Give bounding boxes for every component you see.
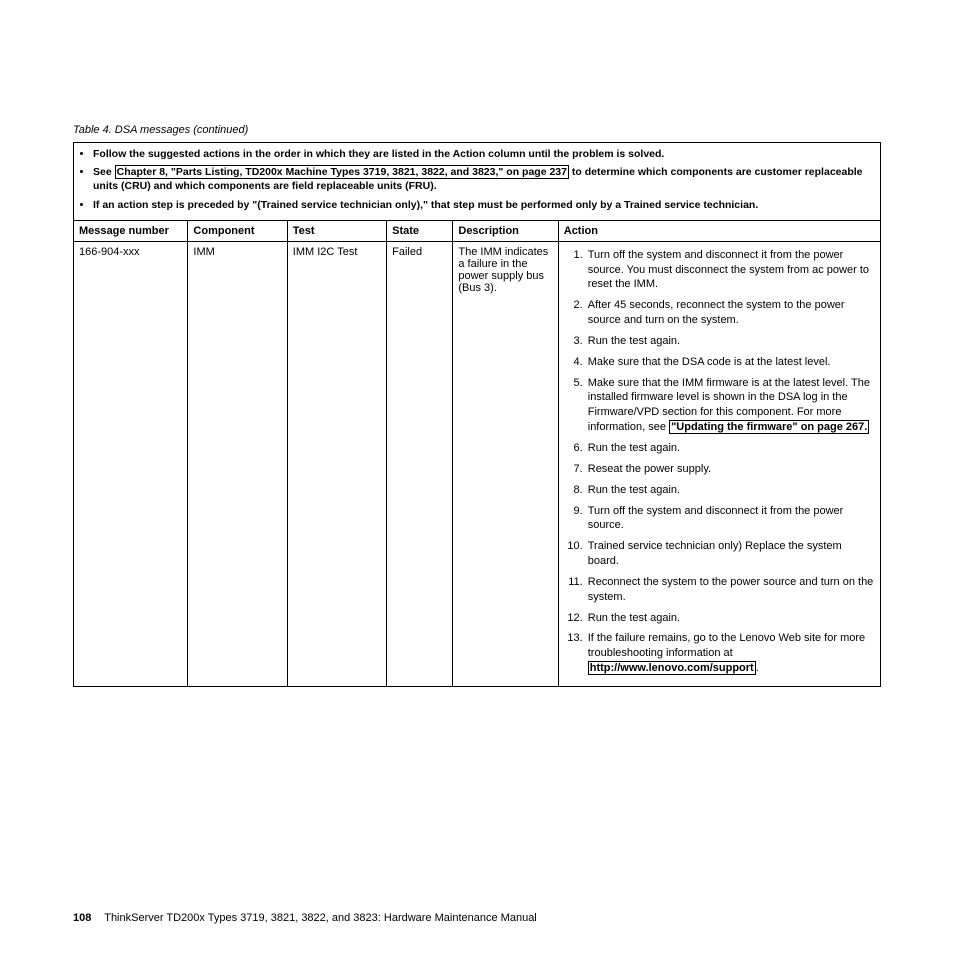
firmware-link[interactable]: "Updating the firmware" on page 267. <box>669 420 869 434</box>
cell-state: Failed <box>387 241 453 686</box>
footer-title: ThinkServer TD200x Types 3719, 3821, 382… <box>104 912 537 924</box>
table-caption: Table 4. DSA messages (continued) <box>73 124 881 136</box>
dsa-table: Follow the suggested actions in the orde… <box>73 142 881 687</box>
instruction-3: If an action step is preceded by "(Train… <box>93 198 875 212</box>
action-step: Reseat the power supply. <box>586 462 875 477</box>
page-footer: 108 ThinkServer TD200x Types 3719, 3821,… <box>73 912 537 924</box>
cell-test: IMM I2C Test <box>287 241 386 686</box>
instruction-row: Follow the suggested actions in the orde… <box>74 143 881 221</box>
col-component: Component <box>188 220 287 241</box>
cell-action: Turn off the system and disconnect it fr… <box>558 241 880 686</box>
page-content: Table 4. DSA messages (continued) Follow… <box>73 124 881 687</box>
col-test: Test <box>287 220 386 241</box>
col-message-number: Message number <box>74 220 188 241</box>
action-step: Run the test again. <box>586 334 875 349</box>
support-link[interactable]: http://www.lenovo.com/support <box>588 661 756 675</box>
table-row: 166-904-xxx IMM IMM I2C Test Failed The … <box>74 241 881 686</box>
col-state: State <box>387 220 453 241</box>
action-step: Run the test again. <box>586 441 875 456</box>
action-step: If the failure remains, go to the Lenovo… <box>586 631 875 676</box>
cell-component: IMM <box>188 241 287 686</box>
col-description: Description <box>453 220 558 241</box>
action-step: After 45 seconds, reconnect the system t… <box>586 298 875 328</box>
header-row: Message number Component Test State Desc… <box>74 220 881 241</box>
page-number: 108 <box>73 912 91 924</box>
action-step: Turn off the system and disconnect it fr… <box>586 504 875 534</box>
instruction-2: See Chapter 8, "Parts Listing, TD200x Ma… <box>93 165 875 193</box>
action-step: Make sure that the DSA code is at the la… <box>586 355 875 370</box>
action-list: Turn off the system and disconnect it fr… <box>564 248 875 676</box>
action-step: Trained service technician only) Replace… <box>586 539 875 569</box>
cell-message-number: 166-904-xxx <box>74 241 188 686</box>
action-step: Run the test again. <box>586 483 875 498</box>
col-action: Action <box>558 220 880 241</box>
chapter-link[interactable]: Chapter 8, "Parts Listing, TD200x Machin… <box>115 165 569 179</box>
cell-description: The IMM indicates a failure in the power… <box>453 241 558 686</box>
action-step: Make sure that the IMM firmware is at th… <box>586 376 875 435</box>
instruction-1: Follow the suggested actions in the orde… <box>93 147 875 161</box>
action-step: Turn off the system and disconnect it fr… <box>586 248 875 293</box>
instruction-cell: Follow the suggested actions in the orde… <box>74 143 881 221</box>
action-step: Run the test again. <box>586 611 875 626</box>
action-step: Reconnect the system to the power source… <box>586 575 875 605</box>
